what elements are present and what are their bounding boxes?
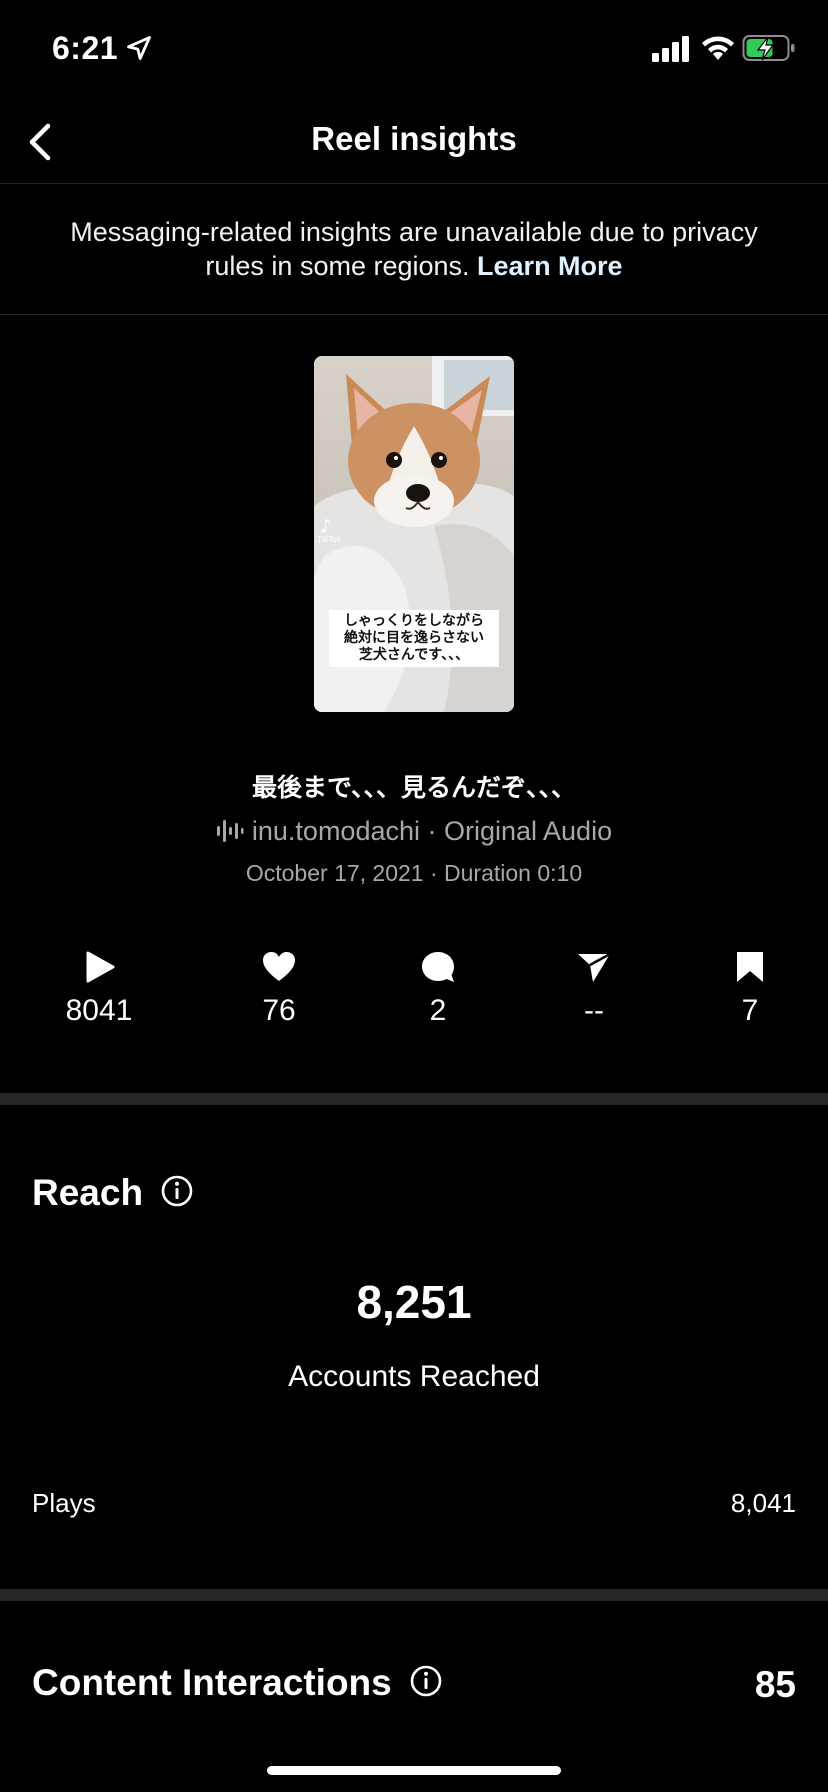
reach-header: Reach xyxy=(32,1172,193,1214)
stat-shares-value: -- xyxy=(584,994,604,1027)
bookmark-icon xyxy=(737,952,763,982)
reach-title: Reach xyxy=(32,1172,144,1213)
comment-bubble-icon xyxy=(422,952,454,982)
thumbnail-caption-overlay: しゃっくりをしながら 絶対に目を逸らさない 芝犬さんです、、、 xyxy=(329,610,499,667)
location-arrow-icon xyxy=(127,36,151,60)
content-interactions-title: Content Interactions xyxy=(32,1662,392,1703)
reel-caption: 最後まで、、、見るんだぞ、、、 xyxy=(251,773,576,802)
page-title: Reel insights xyxy=(311,120,517,157)
learn-more-link[interactable]: Learn More xyxy=(477,251,623,281)
thumbnail-caption-line: 絶対に目を逸らさない xyxy=(344,630,484,646)
play-icon xyxy=(86,951,115,983)
home-indicator[interactable] xyxy=(267,1766,561,1775)
thumbnail-caption-line: 芝犬さんです、、、 xyxy=(358,647,470,663)
heart-icon xyxy=(263,952,295,981)
status-bar: 6:21 xyxy=(0,0,828,100)
section-divider xyxy=(0,1589,828,1601)
stat-plays-value: 8041 xyxy=(65,994,133,1027)
svg-text:♪: ♪ xyxy=(320,516,332,537)
privacy-notice: Messaging-related insights are unavailab… xyxy=(0,185,828,315)
reel-date-duration: October 17, 2021 · Duration 0:10 xyxy=(245,860,583,886)
tiktok-watermark: TikTok xyxy=(316,535,342,544)
battery-charging-icon xyxy=(742,35,795,61)
stat-comments: 2 xyxy=(368,950,508,1028)
engagement-stats: 8041 76 2 -- 7 xyxy=(0,950,828,1050)
plays-label: Plays xyxy=(32,1488,96,1518)
stat-shares: -- xyxy=(524,950,664,1028)
section-divider xyxy=(0,1093,828,1105)
wifi-icon xyxy=(702,36,734,60)
stat-plays: 8041 xyxy=(29,950,169,1028)
audio-attribution[interactable]: inu.tomodachi · Original Audio xyxy=(0,816,828,847)
info-icon[interactable] xyxy=(410,1665,442,1697)
stat-likes: 76 xyxy=(209,950,349,1028)
info-icon[interactable] xyxy=(161,1175,193,1207)
content-interactions-value: 85 xyxy=(754,1664,796,1705)
stat-likes-value: 76 xyxy=(262,994,296,1027)
reel-thumbnail[interactable]: ♪ TikTok しゃっくりをしながら 絶対に目を逸らさない 芝犬さんです、、、 xyxy=(314,356,514,712)
stat-saves: 7 xyxy=(680,950,820,1028)
accounts-reached-value: 8,251 xyxy=(356,1276,472,1328)
share-paper-plane-icon xyxy=(578,952,611,982)
plays-value: 8,041 xyxy=(730,1488,796,1518)
stat-saves-value: 7 xyxy=(741,994,759,1027)
accounts-reached-label: Accounts Reached xyxy=(288,1360,540,1393)
audio-text: inu.tomodachi · Original Audio xyxy=(251,816,613,846)
audio-waveform-icon xyxy=(216,820,244,842)
reel-insights-screen: 6:21 Reel insights Messaging-related ins… xyxy=(0,0,828,1792)
stat-comments-value: 2 xyxy=(429,994,447,1027)
content-interactions-header: Content Interactions xyxy=(32,1662,442,1704)
privacy-notice-text: Messaging-related insights are unavailab… xyxy=(70,217,758,281)
cellular-signal-icon xyxy=(652,36,689,62)
header: Reel insights xyxy=(0,100,828,184)
thumbnail-caption-line: しゃっくりをしながら xyxy=(344,613,484,629)
status-time: 6:21 xyxy=(52,30,119,66)
